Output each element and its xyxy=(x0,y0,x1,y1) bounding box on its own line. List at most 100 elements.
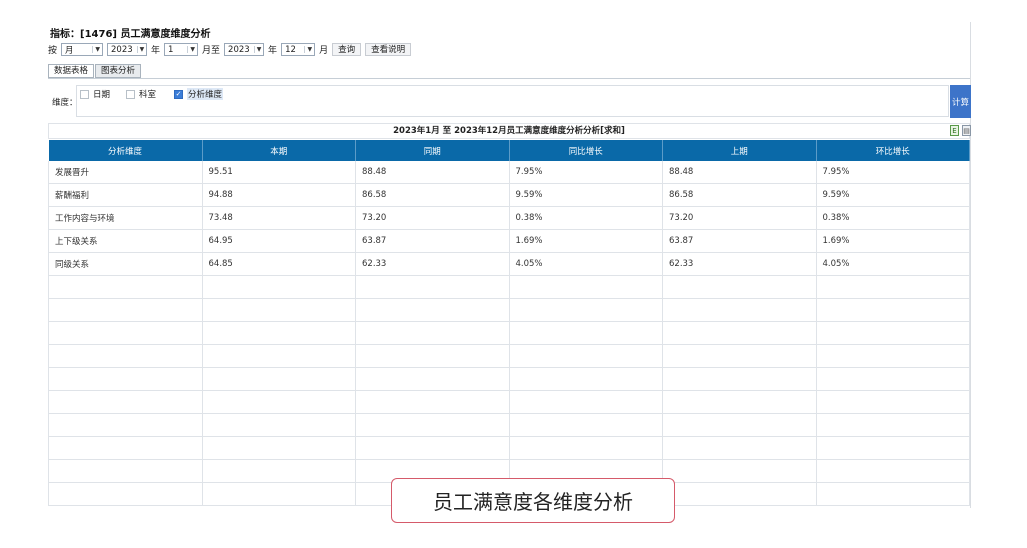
table-cell xyxy=(355,367,510,391)
table-body: 发展晋升 95.51 88.48 7.95% 88.48 7.95% 薪酬福利 94.88 86… xyxy=(48,161,970,506)
start-month-select[interactable]: 1 ▼ xyxy=(164,43,199,56)
table-row xyxy=(48,344,970,368)
table-cell: 63.87 xyxy=(355,229,510,253)
table-cell xyxy=(355,275,510,299)
table-row: 上下级关系 64.95 63.87 1.69% 63.87 1.69% xyxy=(48,229,970,253)
table-cell xyxy=(355,321,510,345)
table-cell: 64.85 xyxy=(202,252,356,276)
dimension-option-date[interactable]: 日期 xyxy=(80,88,110,100)
calculate-button[interactable]: 计算 xyxy=(950,85,971,118)
table-cell xyxy=(662,436,817,460)
table-cell xyxy=(509,413,663,437)
table-cell xyxy=(509,321,663,345)
table-caption: 2023年1月 至 2023年12月员工满意度维度分析分析[求和] xyxy=(48,123,970,139)
table-cell xyxy=(509,344,663,368)
table-cell xyxy=(202,459,356,483)
view-info-button[interactable]: 查看说明 xyxy=(365,43,412,56)
table-cell xyxy=(509,367,663,391)
table-row: 同级关系 64.85 62.33 4.05% 62.33 4.05% xyxy=(48,252,970,276)
table-cell xyxy=(202,275,356,299)
col-header-mom-growth[interactable]: 环比增长 xyxy=(816,140,970,161)
print-icon[interactable]: ▤ xyxy=(962,125,971,136)
table-row xyxy=(48,436,970,460)
table-cell xyxy=(816,298,970,322)
period-select[interactable]: 月 ▼ xyxy=(61,43,104,56)
table-cell xyxy=(662,298,817,322)
table-row: 薪酬福利 94.88 86.58 9.59% 86.58 9.59% xyxy=(48,183,970,207)
table-cell: 1.69% xyxy=(509,229,663,253)
year-label: 年 xyxy=(151,46,161,56)
checkbox-checked-icon[interactable]: ✓ xyxy=(174,89,183,99)
table-cell xyxy=(816,436,970,460)
table-cell xyxy=(48,482,203,506)
col-header-previous[interactable]: 上期 xyxy=(662,140,817,161)
end-year-select[interactable]: 2023 ▼ xyxy=(224,43,265,56)
table-cell: 86.58 xyxy=(662,183,817,207)
table-cell: 63.87 xyxy=(662,229,817,253)
table-cell: 88.48 xyxy=(355,161,510,184)
table-cell xyxy=(816,321,970,345)
table-row xyxy=(48,390,970,414)
table-cell: 同级关系 xyxy=(48,252,203,276)
table-cell xyxy=(816,367,970,391)
table-cell xyxy=(662,321,817,345)
month-label: 月 xyxy=(319,46,329,56)
checkbox-icon[interactable] xyxy=(80,89,89,99)
col-header-same-period[interactable]: 同期 xyxy=(355,140,510,161)
col-header-dimension[interactable]: 分析维度 xyxy=(48,140,203,161)
table-row xyxy=(48,321,970,345)
table-cell xyxy=(662,413,817,437)
chevron-down-icon: ▼ xyxy=(253,46,261,53)
chevron-down-icon: ▼ xyxy=(92,46,100,53)
table-header-row: 分析维度 本期 同期 同比增长 上期 环比增长 xyxy=(48,140,970,161)
table-cell xyxy=(355,298,510,322)
export-icons: E ▤ xyxy=(950,125,971,136)
caption-banner: 员工满意度各维度分析 xyxy=(391,478,675,523)
table-cell xyxy=(202,298,356,322)
checkbox-icon[interactable] xyxy=(126,89,135,99)
table-cell xyxy=(662,482,817,506)
table-cell xyxy=(509,436,663,460)
table-cell xyxy=(202,367,356,391)
table-cell xyxy=(48,390,203,414)
table-cell: 9.59% xyxy=(509,183,663,207)
month-to-label: 月至 xyxy=(202,46,221,56)
table-cell: 94.88 xyxy=(202,183,356,207)
col-header-yoy-growth[interactable]: 同比增长 xyxy=(509,140,663,161)
table-row xyxy=(48,367,970,391)
start-year-select[interactable]: 2023 ▼ xyxy=(107,43,148,56)
table-row xyxy=(48,298,970,322)
table-cell: 64.95 xyxy=(202,229,356,253)
dimension-label: 维度： xyxy=(52,98,78,108)
table-cell xyxy=(355,413,510,437)
table-row xyxy=(48,275,970,299)
table-cell: 86.58 xyxy=(355,183,510,207)
table-cell xyxy=(355,436,510,460)
table-cell xyxy=(816,413,970,437)
query-button[interactable]: 查询 xyxy=(332,43,362,56)
tab-chart-analysis[interactable]: 图表分析 xyxy=(95,64,142,78)
table-cell xyxy=(816,275,970,299)
table-cell xyxy=(662,459,817,483)
table-cell xyxy=(816,459,970,483)
table-cell xyxy=(662,390,817,414)
table-cell: 4.05% xyxy=(816,252,970,276)
table-cell xyxy=(662,275,817,299)
table-cell xyxy=(48,344,203,368)
table-cell xyxy=(48,275,203,299)
tab-data-table[interactable]: 数据表格 xyxy=(48,64,95,78)
table-cell: 4.05% xyxy=(509,252,663,276)
view-tabs: 数据表格 图表分析 xyxy=(48,64,142,78)
table-cell: 发展晋升 xyxy=(48,161,203,184)
excel-export-icon[interactable]: E xyxy=(950,125,959,136)
dimension-option-analysis[interactable]: ✓ 分析维度 xyxy=(174,88,224,100)
table-cell xyxy=(355,390,510,414)
col-header-current[interactable]: 本期 xyxy=(202,140,356,161)
end-month-select[interactable]: 12 ▼ xyxy=(281,43,316,56)
table-cell: 0.38% xyxy=(816,206,970,230)
dimension-option-department[interactable]: 科室 xyxy=(126,88,156,100)
page-title: 指标：[1476] 员工满意度维度分析 xyxy=(50,29,211,40)
table-cell: 0.38% xyxy=(509,206,663,230)
table-cell: 7.95% xyxy=(816,161,970,184)
table-cell: 上下级关系 xyxy=(48,229,203,253)
